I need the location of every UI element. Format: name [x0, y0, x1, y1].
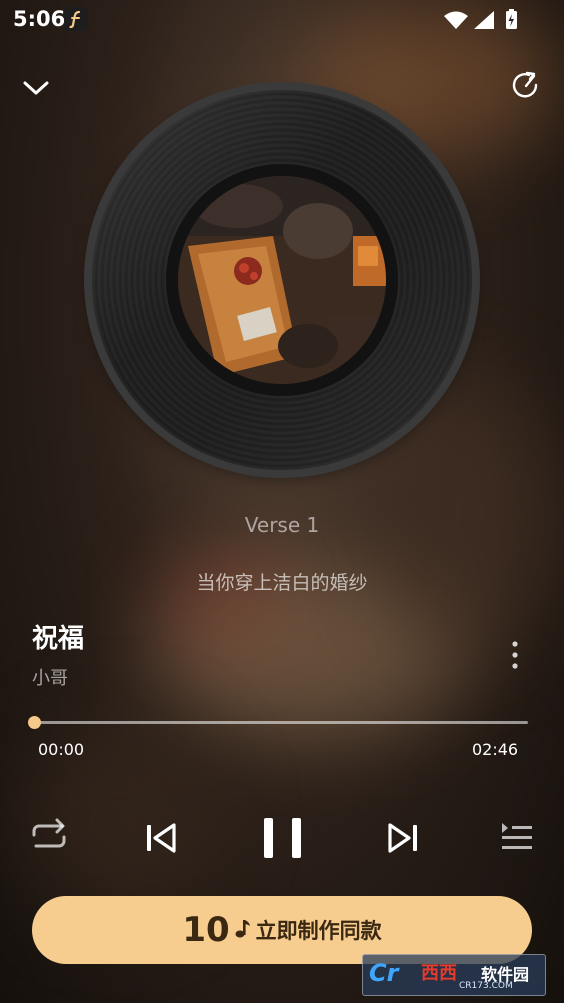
- album-cover: [178, 176, 386, 384]
- pause-icon: [264, 818, 301, 858]
- play-pause-button[interactable]: [256, 810, 312, 866]
- watermark-logo: Cr: [369, 959, 399, 987]
- wifi-icon: [444, 11, 468, 29]
- signal-icon: [474, 11, 494, 29]
- lyric-line: 当你穿上洁白的婚纱: [196, 572, 368, 594]
- more-vertical-icon: [512, 641, 518, 669]
- skip-previous-icon: [147, 823, 176, 853]
- time-total: 02:46: [472, 740, 519, 759]
- cta-label: 立即制作同款: [255, 919, 382, 943]
- chevron-down-icon: [23, 81, 49, 95]
- next-button[interactable]: [382, 815, 424, 861]
- share-icon: [512, 71, 538, 98]
- more-button[interactable]: [500, 638, 530, 674]
- playlist-icon: [502, 823, 532, 849]
- playlist-button[interactable]: [496, 815, 536, 857]
- time-current: 00:00: [38, 740, 85, 759]
- watermark-text: 西西: [421, 963, 457, 984]
- progress-slider[interactable]: [28, 716, 528, 729]
- song-title: 祝福: [32, 624, 85, 654]
- repeat-icon: [32, 818, 66, 848]
- status-icons: [444, 9, 524, 35]
- site-watermark: Cr 西西 软件园 CR173.COM: [362, 954, 546, 996]
- previous-button[interactable]: [140, 815, 182, 861]
- music-f-icon: [64, 7, 88, 31]
- skip-next-icon: [388, 823, 417, 853]
- vinyl-disc: [92, 90, 472, 470]
- share-button[interactable]: [508, 68, 544, 104]
- cta-count: 10: [182, 910, 230, 950]
- repeat-button[interactable]: [28, 815, 70, 857]
- battery-charging-icon: [506, 9, 517, 29]
- status-bar: 5:06: [0, 0, 564, 40]
- artist-name[interactable]: 小哥: [32, 664, 68, 690]
- collapse-button[interactable]: [18, 72, 54, 104]
- progress-thumb[interactable]: [28, 716, 41, 729]
- lyric-section-label: Verse 1: [244, 513, 320, 537]
- music-note-icon: [234, 916, 252, 944]
- watermark-url: CR173.COM: [459, 981, 513, 991]
- status-time: 5:06: [13, 7, 66, 31]
